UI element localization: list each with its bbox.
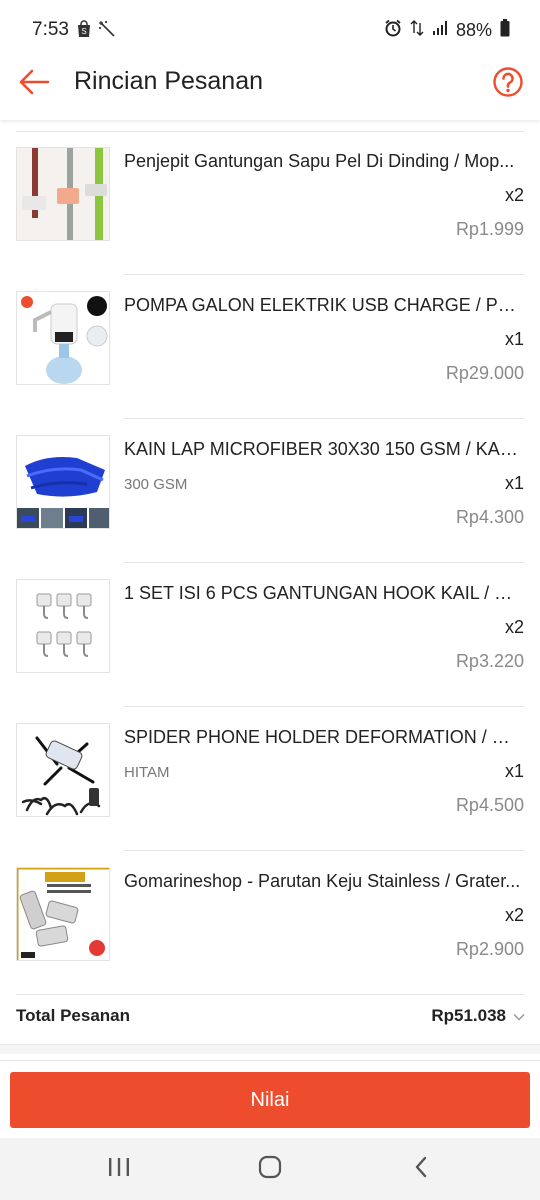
magic-wand-icon bbox=[98, 20, 116, 43]
svg-text:S: S bbox=[81, 27, 86, 36]
item-price: Rp4.500 bbox=[455, 795, 524, 815]
list-item[interactable]: KAIN LAP MICROFIBER 30X30 150 GSM / KAIN… bbox=[0, 419, 540, 563]
item-price: Rp3.220 bbox=[455, 651, 524, 671]
item-quantity: x2 bbox=[504, 905, 524, 925]
item-name: POMPA GALON ELEKTRIK USB CHARGE / POM... bbox=[124, 295, 522, 315]
list-item[interactable]: Gomarineshop - Parutan Keju Stainless / … bbox=[0, 851, 540, 995]
status-time: 7:53 bbox=[32, 19, 69, 40]
item-name: Penjepit Gantungan Sapu Pel Di Dinding /… bbox=[124, 151, 515, 171]
item-name: KAIN LAP MICROFIBER 30X30 150 GSM / KAIN… bbox=[124, 439, 522, 459]
data-arrows-icon bbox=[410, 19, 424, 42]
home-icon bbox=[258, 1155, 282, 1184]
rate-button[interactable]: Nilai bbox=[10, 1072, 530, 1128]
battery-percent: 88% bbox=[455, 20, 492, 40]
item-price: Rp29.000 bbox=[445, 363, 524, 383]
section-divider bbox=[0, 1044, 540, 1054]
bottom-action-bar: Nilai bbox=[0, 1060, 540, 1138]
spider-phone-holder-image bbox=[16, 723, 110, 817]
chevron-down-icon bbox=[512, 1010, 526, 1024]
item-variation: 300 GSM bbox=[124, 476, 188, 493]
status-bar: 7:53 S 88% bbox=[0, 0, 540, 60]
app-bar: Rincian Pesanan bbox=[0, 60, 540, 120]
signal-icon bbox=[432, 20, 448, 41]
item-name: Gomarineshop - Parutan Keju Stainless / … bbox=[124, 871, 521, 891]
alarm-icon bbox=[384, 19, 402, 42]
list-item[interactable]: Penjepit Gantungan Sapu Pel Di Dinding /… bbox=[0, 131, 540, 275]
item-quantity: x1 bbox=[504, 329, 524, 349]
mop-holder-image bbox=[16, 147, 110, 241]
item-name: 1 SET ISI 6 PCS GANTUNGAN HOOK KAIL / GA… bbox=[124, 583, 522, 603]
back-button[interactable] bbox=[16, 66, 52, 102]
item-quantity: x2 bbox=[504, 185, 524, 205]
system-back-button[interactable] bbox=[401, 1152, 441, 1186]
list-item[interactable]: SPIDER PHONE HOLDER DEFORMATION / UNI...… bbox=[0, 707, 540, 851]
item-variation: HITAM bbox=[124, 764, 170, 781]
battery-icon bbox=[500, 19, 510, 42]
item-price: Rp2.900 bbox=[455, 939, 524, 959]
item-price: Rp4.300 bbox=[455, 507, 524, 527]
water-pump-image bbox=[16, 291, 110, 385]
item-quantity: x2 bbox=[504, 617, 524, 637]
list-item[interactable]: POMPA GALON ELEKTRIK USB CHARGE / POM...… bbox=[0, 275, 540, 419]
microfiber-cloth-image bbox=[16, 435, 110, 529]
shopee-bag-icon: S bbox=[76, 20, 92, 43]
item-quantity: x1 bbox=[504, 473, 524, 493]
page-title: Rincian Pesanan bbox=[74, 67, 264, 95]
item-name: SPIDER PHONE HOLDER DEFORMATION / UNI... bbox=[124, 727, 522, 747]
question-circle-icon bbox=[492, 67, 524, 102]
recent-apps-button[interactable] bbox=[99, 1152, 139, 1186]
home-button[interactable] bbox=[250, 1152, 290, 1186]
item-quantity: x1 bbox=[504, 761, 524, 781]
back-icon bbox=[413, 1156, 429, 1183]
wall-hooks-image bbox=[16, 579, 110, 673]
order-total-value: Rp51.038 bbox=[431, 1006, 506, 1025]
arrow-left-icon bbox=[18, 69, 50, 100]
order-total-row[interactable]: Total Pesanan Rp51.038 bbox=[0, 986, 540, 1044]
list-item[interactable]: 1 SET ISI 6 PCS GANTUNGAN HOOK KAIL / GA… bbox=[0, 563, 540, 707]
help-button[interactable] bbox=[492, 66, 524, 98]
order-total-label: Total Pesanan bbox=[16, 1006, 130, 1025]
order-details-list: Penjepit Gantungan Sapu Pel Di Dinding /… bbox=[0, 120, 540, 1060]
cheese-grater-image bbox=[16, 867, 110, 961]
system-nav-bar bbox=[0, 1138, 540, 1200]
recent-apps-icon bbox=[108, 1157, 130, 1182]
item-price: Rp1.999 bbox=[455, 219, 524, 239]
